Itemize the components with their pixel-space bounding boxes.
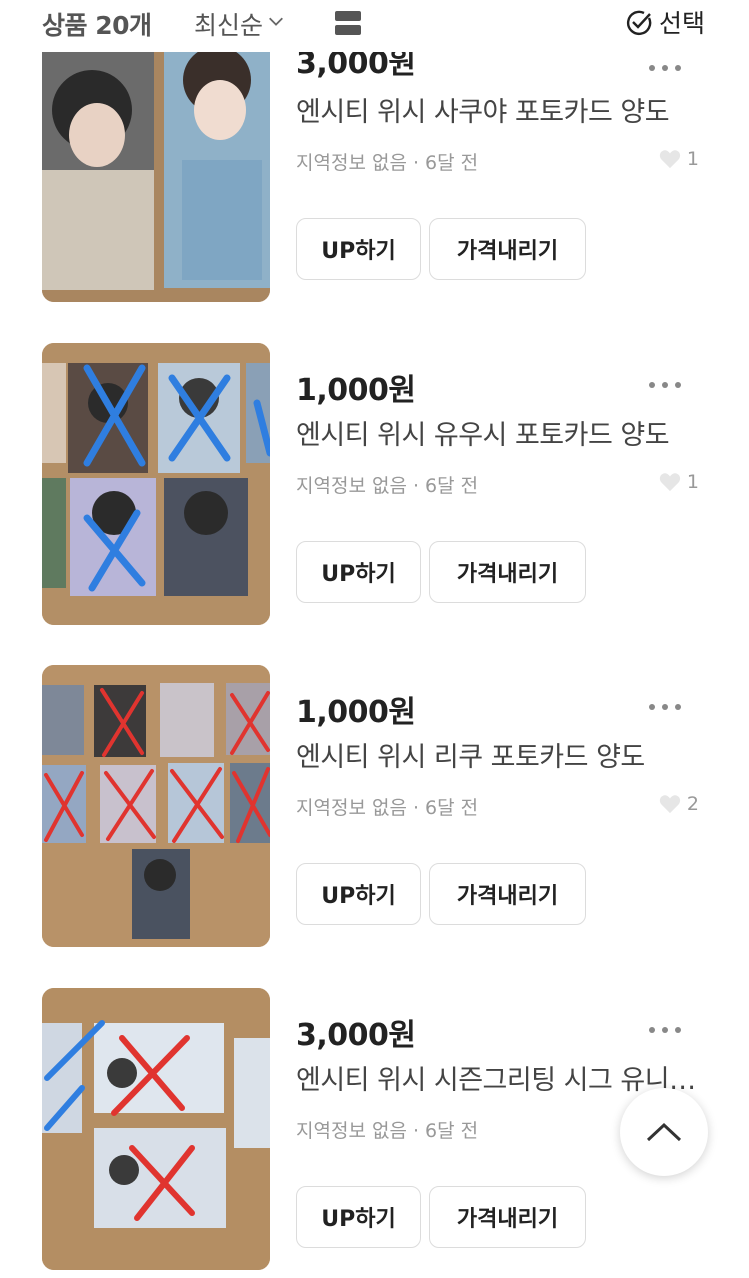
up-button[interactable]: UP하기 bbox=[296, 1186, 421, 1248]
likes-count: 1 bbox=[686, 471, 699, 493]
scroll-to-top-button[interactable] bbox=[620, 1088, 708, 1176]
chevron-down-icon bbox=[269, 17, 283, 26]
chevron-up-icon bbox=[646, 1122, 682, 1142]
price-down-button[interactable]: 가격내리기 bbox=[429, 218, 586, 280]
list-item[interactable]: 1,000원 엔시티 위시 유우시 포토카드 양도 지역정보 없음 · 6달 전… bbox=[0, 343, 749, 633]
photocard-image bbox=[42, 20, 270, 302]
list-item[interactable]: 3,000원 엔시티 위시 사쿠야 포토카드 양도 지역정보 없음 · 6달 전… bbox=[0, 20, 749, 310]
price: 1,000원 bbox=[296, 695, 416, 730]
meta-info: 지역정보 없음 · 6달 전 bbox=[296, 152, 479, 174]
photocard-image bbox=[42, 343, 270, 625]
price: 1,000원 bbox=[296, 373, 416, 408]
up-button[interactable]: UP하기 bbox=[296, 218, 421, 280]
meta-info: 지역정보 없음 · 6달 전 bbox=[296, 797, 479, 819]
check-circle-icon bbox=[626, 10, 652, 36]
list-view-icon[interactable] bbox=[333, 8, 363, 38]
heart-icon bbox=[659, 150, 681, 169]
price: 3,000원 bbox=[296, 1018, 416, 1053]
meta-info: 지역정보 없음 · 6달 전 bbox=[296, 475, 479, 497]
photocard-image bbox=[42, 988, 270, 1270]
product-thumbnail[interactable] bbox=[42, 988, 270, 1270]
sort-dropdown[interactable]: 최신순 bbox=[194, 6, 285, 42]
photocard-image bbox=[42, 665, 270, 947]
product-title[interactable]: 엔시티 위시 사쿠야 포토카드 양도 bbox=[296, 90, 706, 129]
likes: 1 bbox=[659, 148, 699, 170]
meta-info: 지역정보 없음 · 6달 전 bbox=[296, 1120, 479, 1142]
select-button[interactable]: 선택 bbox=[625, 4, 705, 40]
more-dots-icon[interactable] bbox=[645, 1020, 685, 1040]
up-button[interactable]: UP하기 bbox=[296, 863, 421, 925]
price-down-button[interactable]: 가격내리기 bbox=[429, 541, 586, 603]
sort-label: 최신순 bbox=[194, 11, 264, 40]
price-down-button[interactable]: 가격내리기 bbox=[429, 1186, 586, 1248]
list-header: 상품 20개 최신순 선택 bbox=[0, 0, 749, 52]
product-title[interactable]: 엔시티 위시 리쿠 포토카드 양도 bbox=[296, 735, 706, 774]
product-thumbnail[interactable] bbox=[42, 665, 270, 947]
select-label: 선택 bbox=[658, 9, 705, 38]
more-dots-icon[interactable] bbox=[645, 58, 685, 78]
more-dots-icon[interactable] bbox=[645, 697, 685, 717]
product-thumbnail[interactable] bbox=[42, 343, 270, 625]
likes: 1 bbox=[659, 471, 699, 493]
heart-icon bbox=[659, 795, 681, 814]
likes: 2 bbox=[659, 793, 699, 815]
heart-icon bbox=[659, 473, 681, 492]
likes-count: 2 bbox=[686, 793, 699, 815]
list-item[interactable]: 1,000원 엔시티 위시 리쿠 포토카드 양도 지역정보 없음 · 6달 전 … bbox=[0, 665, 749, 955]
product-title[interactable]: 엔시티 위시 유우시 포토카드 양도 bbox=[296, 413, 706, 452]
more-dots-icon[interactable] bbox=[645, 375, 685, 395]
up-button[interactable]: UP하기 bbox=[296, 541, 421, 603]
price-down-button[interactable]: 가격내리기 bbox=[429, 863, 586, 925]
product-thumbnail[interactable] bbox=[42, 20, 270, 302]
product-count: 상품 20개 bbox=[42, 11, 152, 40]
likes-count: 1 bbox=[686, 148, 699, 170]
product-list: 3,000원 엔시티 위시 사쿠야 포토카드 양도 지역정보 없음 · 6달 전… bbox=[0, 0, 749, 1270]
